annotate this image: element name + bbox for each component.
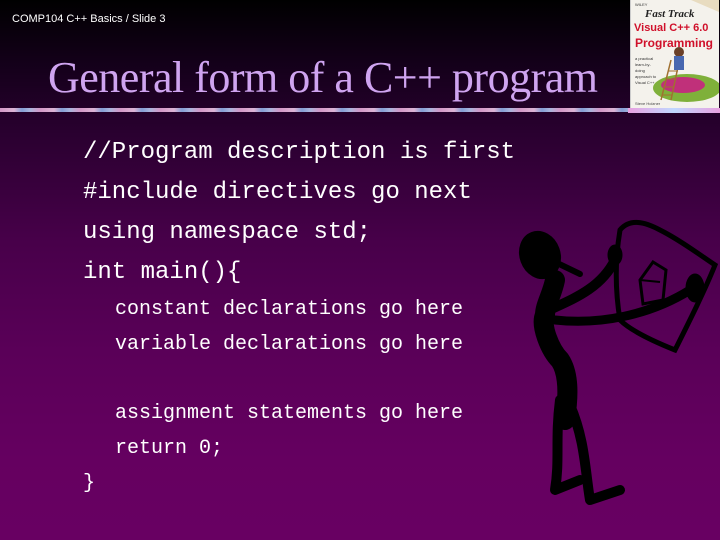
code-line-constants: constant declarations go here — [115, 298, 464, 321]
book-blurb: a practical learn-by-doing approach to V… — [635, 56, 657, 85]
book-publisher: WILEY — [635, 2, 648, 7]
book-title-line1: Fast Track — [645, 8, 695, 20]
book-author: Steve Holzner — [635, 101, 661, 106]
book-title-line3: Programming — [635, 36, 714, 50]
title-separator — [0, 108, 628, 112]
slide-label: COMP104 C++ Basics / Slide 3 — [12, 13, 166, 25]
book-cover-image: WILEY Fast Track Visual C++ 6.0 Programm… — [630, 0, 719, 110]
code-line-variables: variable declarations go here — [115, 333, 464, 356]
code-line-using: using namespace std; — [83, 219, 372, 246]
book-title-line2: Visual C++ 6.0 — [634, 22, 709, 34]
code-line-comment: //Program description is first — [83, 139, 516, 166]
code-line-assignments: assignment statements go here — [115, 402, 464, 425]
slide-title: General form of a C++ program — [48, 53, 598, 102]
code-line-include: #include directives go next — [83, 179, 472, 206]
code-line-return: return 0; — [115, 437, 224, 460]
book-cover-edge — [628, 108, 720, 113]
code-line-main: int main(){ — [83, 259, 242, 286]
stick-figure-clipart-icon — [518, 220, 719, 505]
code-line-closing-brace: } — [83, 472, 96, 495]
